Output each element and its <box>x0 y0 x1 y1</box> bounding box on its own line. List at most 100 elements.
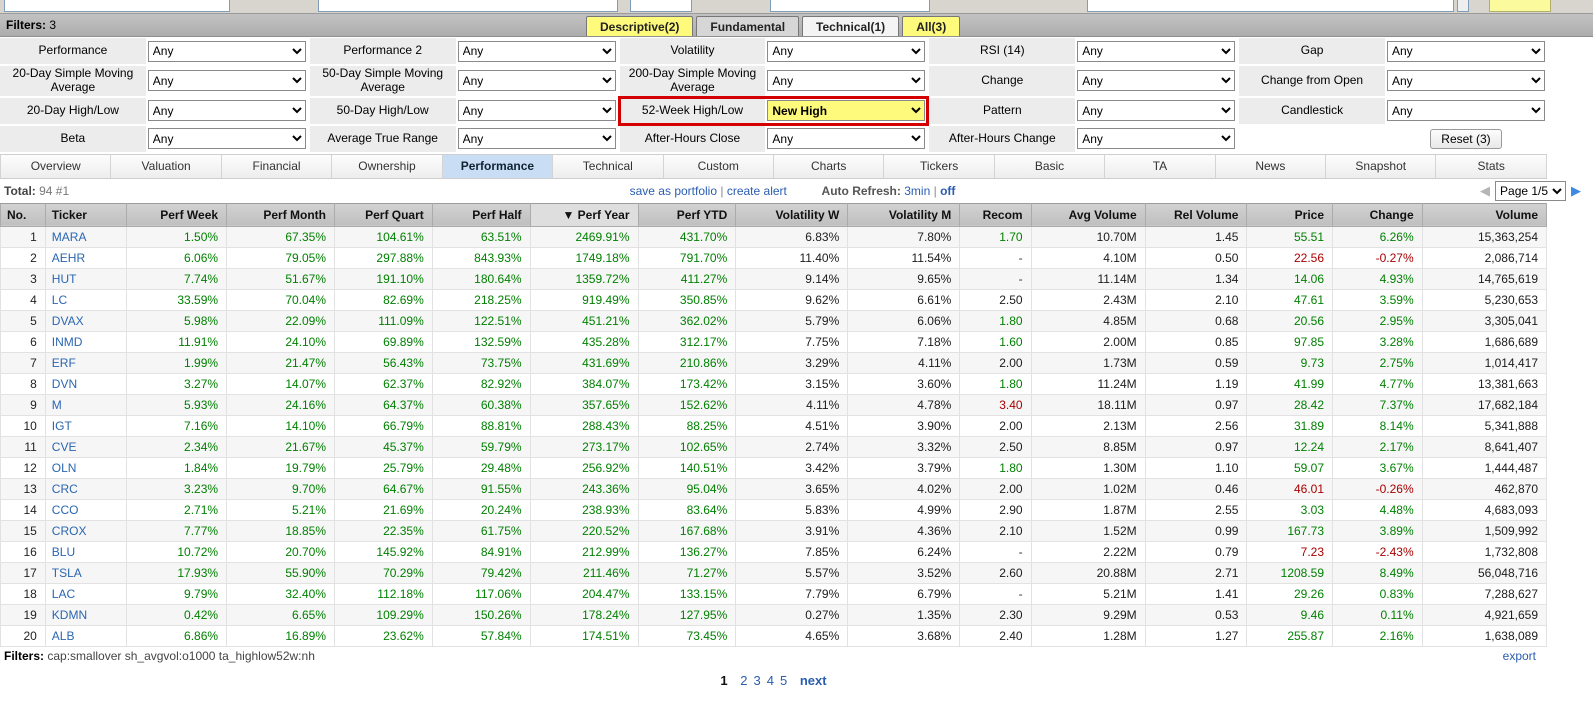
filter-tab-fundamental[interactable]: Fundamental <box>696 16 799 36</box>
view-tab-ta[interactable]: TA <box>1105 155 1215 178</box>
column-header-volume[interactable]: Volume <box>1422 203 1546 226</box>
filter-select-50-day-simple-moving-average[interactable]: Any <box>458 70 616 91</box>
pagination-page-link[interactable]: 3 <box>754 673 761 688</box>
toolbar-highlight-partial[interactable] <box>1489 0 1551 12</box>
view-tab-financial[interactable]: Financial <box>222 155 332 178</box>
ticker-link[interactable]: MARA <box>52 230 87 244</box>
view-tab-custom[interactable]: Custom <box>664 155 774 178</box>
toolbar-input-partial[interactable] <box>4 0 230 12</box>
view-tab-news[interactable]: News <box>1216 155 1326 178</box>
filter-tab-descriptive-2-[interactable]: Descriptive(2) <box>586 16 693 36</box>
view-tab-basic[interactable]: Basic <box>995 155 1105 178</box>
create-alert-link[interactable]: create alert <box>727 184 787 198</box>
view-tab-valuation[interactable]: Valuation <box>111 155 221 178</box>
filter-select-20-day-simple-moving-average[interactable]: Any <box>148 70 306 91</box>
filter-select-volatility[interactable]: Any <box>767 41 925 62</box>
filter-select-candlestick[interactable]: Any <box>1387 100 1545 121</box>
ticker-link[interactable]: LAC <box>52 587 75 601</box>
filter-select-200-day-simple-moving-average[interactable]: Any <box>767 70 925 91</box>
save-as-portfolio-link[interactable]: save as portfolio <box>630 184 717 198</box>
filter-select-performance-2[interactable]: Any <box>458 41 616 62</box>
filter-tab-all-3-[interactable]: All(3) <box>902 16 960 36</box>
ticker-link[interactable]: IGT <box>52 419 72 433</box>
ticker-link[interactable]: CVE <box>52 440 77 454</box>
column-header-perf-half[interactable]: Perf Half <box>432 203 530 226</box>
export-link[interactable]: export <box>1503 649 1536 663</box>
ticker-link[interactable]: BLU <box>52 545 75 559</box>
filter-select-50-day-high-low[interactable]: Any <box>458 100 616 121</box>
table-row: 19KDMN0.42%6.65%109.29%150.26%178.24%127… <box>1 604 1547 625</box>
column-header-perf-month[interactable]: Perf Month <box>227 203 335 226</box>
ticker-link[interactable]: DVAX <box>52 314 84 328</box>
ticker-link[interactable]: CROX <box>52 524 87 538</box>
ticker-link[interactable]: INMD <box>52 335 83 349</box>
column-header-perf-ytd[interactable]: Perf YTD <box>638 203 736 226</box>
view-tab-performance[interactable]: Performance <box>443 155 553 178</box>
column-header-rel-volume[interactable]: Rel Volume <box>1145 203 1247 226</box>
auto-refresh-interval-link[interactable]: 3min <box>904 184 930 198</box>
filter-select-20-day-high-low[interactable]: Any <box>148 100 306 121</box>
price-cell: 22.56 <box>1247 247 1333 268</box>
ticker-link[interactable]: ALB <box>52 629 75 643</box>
column-header-volatility-w[interactable]: Volatility W <box>736 203 848 226</box>
page-select[interactable]: Page 1/5 <box>1495 181 1566 201</box>
toolbar-dropdown-partial[interactable] <box>318 0 618 12</box>
column-header-change[interactable]: Change <box>1333 203 1423 226</box>
pagination-page-link[interactable]: 4 <box>767 673 774 688</box>
column-header-recom[interactable]: Recom <box>960 203 1031 226</box>
filter-select-gap[interactable]: Any <box>1387 41 1545 62</box>
column-header-perf-week[interactable]: Perf Week <box>127 203 227 226</box>
column-header-avg-volume[interactable]: Avg Volume <box>1031 203 1145 226</box>
ticker-link[interactable]: CCO <box>52 503 79 517</box>
toolbar-dropdown-partial[interactable] <box>630 0 692 12</box>
toolbar-dropdown-partial[interactable] <box>770 0 930 12</box>
toolbar-input-partial[interactable] <box>1087 0 1454 12</box>
table-row: 3HUT7.74%51.67%191.10%180.64%1359.72%411… <box>1 268 1547 289</box>
view-tab-stats[interactable]: Stats <box>1436 155 1546 178</box>
filter-select-52-week-high-low[interactable]: New High <box>767 100 925 121</box>
column-header-no-[interactable]: No. <box>1 203 46 226</box>
view-tab-snapshot[interactable]: Snapshot <box>1326 155 1436 178</box>
perf-month-cell: 21.67% <box>227 436 335 457</box>
ticker-link[interactable]: TSLA <box>52 566 82 580</box>
filter-tab-technical-1-[interactable]: Technical(1) <box>802 16 899 36</box>
view-tab-overview[interactable]: Overview <box>0 155 111 178</box>
ticker-link[interactable]: CRC <box>52 482 78 496</box>
filter-select-performance[interactable]: Any <box>148 41 306 62</box>
ticker-link[interactable]: HUT <box>52 272 77 286</box>
column-header-perf-year[interactable]: ▼ Perf Year <box>530 203 638 226</box>
column-header-perf-quart[interactable]: Perf Quart <box>335 203 433 226</box>
ticker-link[interactable]: AEHR <box>52 251 85 265</box>
pagination-page-link[interactable]: 5 <box>780 673 787 688</box>
filter-select-pattern[interactable]: Any <box>1077 100 1235 121</box>
ticker-link[interactable]: LC <box>52 293 67 307</box>
filter-select-average-true-range[interactable]: Any <box>458 128 616 149</box>
view-tab-ownership[interactable]: Ownership <box>332 155 442 178</box>
ticker-link[interactable]: DVN <box>52 377 77 391</box>
reset-button[interactable]: Reset (3) <box>1430 129 1501 149</box>
pagination-next-link[interactable]: next <box>800 673 827 688</box>
ticker-link[interactable]: M <box>52 398 62 412</box>
ticker-link[interactable]: OLN <box>52 461 77 475</box>
ticker-link[interactable]: KDMN <box>52 608 87 622</box>
filter-select-after-hours-change[interactable]: Any <box>1077 128 1235 149</box>
filter-select-after-hours-close[interactable]: Any <box>767 128 925 149</box>
view-tab-technical[interactable]: Technical <box>553 155 663 178</box>
column-header-price[interactable]: Price <box>1247 203 1333 226</box>
rel-volume-cell: 0.59 <box>1145 352 1247 373</box>
column-header-ticker[interactable]: Ticker <box>45 203 126 226</box>
filter-select-change[interactable]: Any <box>1077 70 1235 91</box>
next-page-arrow-icon[interactable]: ▶ <box>1571 183 1581 199</box>
filter-select-beta[interactable]: Any <box>148 128 306 149</box>
ticker-link[interactable]: ERF <box>52 356 76 370</box>
prev-page-arrow-icon[interactable]: ◀ <box>1480 183 1490 199</box>
volatility-w-cell: 11.40% <box>736 247 848 268</box>
filter-select-rsi-14-[interactable]: Any <box>1077 41 1235 62</box>
auto-refresh-off-link[interactable]: off <box>940 184 955 198</box>
filter-select-change-from-open[interactable]: Any <box>1387 70 1545 91</box>
toolbar-button-partial[interactable] <box>1457 0 1469 12</box>
view-tab-charts[interactable]: Charts <box>774 155 884 178</box>
view-tab-tickers[interactable]: Tickers <box>884 155 994 178</box>
column-header-volatility-m[interactable]: Volatility M <box>848 203 960 226</box>
pagination-page-link[interactable]: 2 <box>740 673 747 688</box>
